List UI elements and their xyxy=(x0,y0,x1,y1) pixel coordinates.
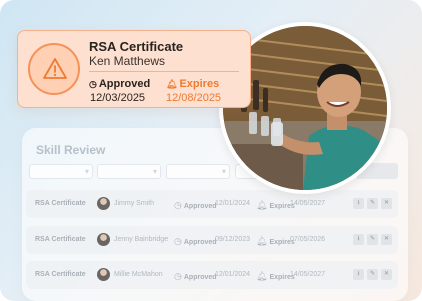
clock-icon: ◷ xyxy=(89,79,97,89)
bell-icon: 🔔︎ xyxy=(256,236,268,246)
filter-dropdown[interactable]: ▾ xyxy=(29,164,93,179)
approved-date: 09/12/2023 xyxy=(215,236,251,243)
avatar xyxy=(97,197,110,210)
avatar xyxy=(97,268,110,281)
expires-label: 🔔︎ Expires xyxy=(256,200,295,210)
bell-icon: 🔔︎ xyxy=(256,271,268,281)
expires-date: 07/05/2026 xyxy=(290,236,326,243)
avatar xyxy=(97,233,110,246)
certificate-cell: RSA Certificate xyxy=(35,200,86,207)
name-cell: Jimmy Smith xyxy=(114,200,155,207)
expires-date: 14/05/2027 xyxy=(290,271,326,278)
approved-label: ◷ Approved xyxy=(174,271,217,281)
approved-date: 12/03/2025 xyxy=(90,92,146,104)
clock-icon: ◷ xyxy=(174,200,182,210)
chevron-down-icon: ▾ xyxy=(221,167,226,176)
edit-icon[interactable]: ✎ xyxy=(367,269,378,280)
certificate-cell: RSA Certificate xyxy=(35,236,86,243)
holder-name: Ken Matthews xyxy=(89,54,166,68)
download-icon[interactable]: ⭳ xyxy=(353,234,364,245)
download-icon[interactable]: ⭳ xyxy=(353,269,364,280)
approved-label: ◷ Approved xyxy=(174,236,217,246)
approved-date: 12/01/2024 xyxy=(215,271,251,278)
close-icon[interactable]: ✕ xyxy=(381,198,392,209)
approved-label: ◷ Approved xyxy=(174,200,217,210)
clock-icon: ◷ xyxy=(174,236,182,246)
divider xyxy=(89,71,239,72)
expires-date: 12/08/2025 xyxy=(166,92,222,104)
edit-icon[interactable]: ✎ xyxy=(367,198,378,209)
panel-title: Skill Review xyxy=(36,143,106,157)
close-icon[interactable]: ✕ xyxy=(381,269,392,280)
chevron-down-icon: ▾ xyxy=(84,167,89,176)
table-row[interactable]: RSA Certificate Jimmy Smith ◷ Approved 12… xyxy=(26,190,398,218)
table-row[interactable]: RSA Certificate Jenny Bainbridge ◷ Approv… xyxy=(26,226,398,254)
expires-label: 🔔︎ Expires xyxy=(166,78,220,90)
expires-label: 🔔︎ Expires xyxy=(256,271,295,281)
certificate-card[interactable]: RSA Certificate Ken Matthews ◷ Approved 🔔… xyxy=(17,30,251,108)
name-cell: Millie McMahon xyxy=(114,271,163,278)
bell-icon: 🔔︎ xyxy=(166,79,178,89)
certificate-title: RSA Certificate xyxy=(89,39,184,54)
approved-date: 12/01/2024 xyxy=(215,200,251,207)
close-icon[interactable]: ✕ xyxy=(381,234,392,245)
warning-icon xyxy=(28,43,80,95)
approved-label: ◷ Approved xyxy=(89,78,151,90)
filter-dropdown[interactable]: ▾ xyxy=(97,164,161,179)
certificate-cell: RSA Certificate xyxy=(35,271,86,278)
bell-icon: 🔔︎ xyxy=(256,200,268,210)
name-cell: Jenny Bainbridge xyxy=(114,236,169,243)
clock-icon: ◷ xyxy=(174,271,182,281)
expires-label: 🔔︎ Expires xyxy=(256,236,295,246)
download-icon[interactable]: ⭳ xyxy=(353,198,364,209)
filter-dropdown[interactable]: ▾ xyxy=(166,164,230,179)
expires-date: 14/05/2027 xyxy=(290,200,326,207)
table-row[interactable]: RSA Certificate Millie McMahon ◷ Approved… xyxy=(26,261,398,289)
edit-icon[interactable]: ✎ xyxy=(367,234,378,245)
chevron-down-icon: ▾ xyxy=(152,167,157,176)
